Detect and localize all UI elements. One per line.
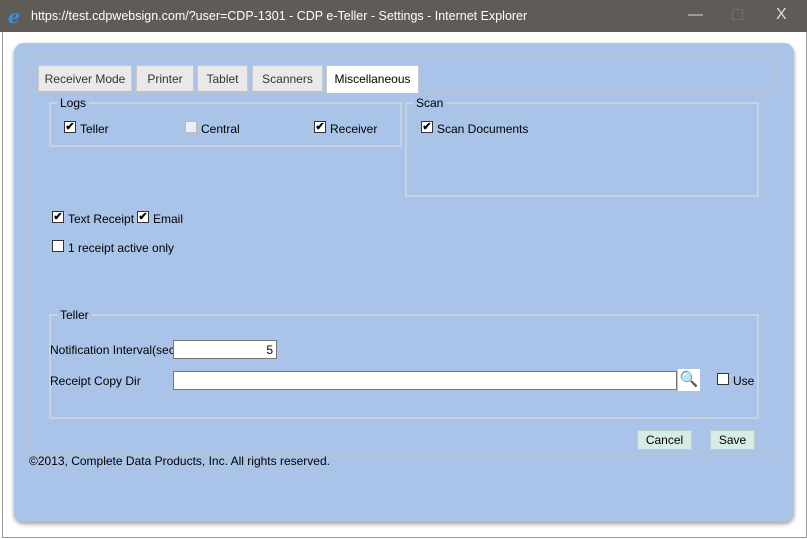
receipt-copy-dir-input[interactable] <box>173 371 677 390</box>
logs-legend: Logs <box>60 96 87 110</box>
central-log-checkbox[interactable] <box>185 121 197 133</box>
scan-documents-label: Scan Documents <box>437 122 529 136</box>
tab-tablet[interactable]: Tablet <box>197 65 248 91</box>
scan-group: Scan <box>405 96 759 197</box>
teller-group: Teller <box>49 308 759 419</box>
cancel-button[interactable]: Cancel <box>637 430 692 450</box>
close-button[interactable]: X <box>776 6 787 24</box>
scan-documents-checkbox[interactable]: ✔ <box>421 121 433 133</box>
one-receipt-active-label: 1 receipt active only <box>68 241 175 255</box>
use-checkbox[interactable] <box>717 373 729 385</box>
receiver-log-checkbox[interactable]: ✔ <box>314 121 326 133</box>
copyright-text: ©2013, Complete Data Products, Inc. All … <box>29 454 330 468</box>
maximize-button[interactable]: ☐ <box>731 6 744 24</box>
central-log-label: Central <box>201 122 240 136</box>
text-receipt-checkbox[interactable]: ✔ <box>52 211 64 223</box>
receipt-copy-dir-label: Receipt Copy Dir <box>50 374 141 388</box>
notification-interval-label: Notification Interval(sec) <box>50 343 179 357</box>
window-title: https://test.cdpwebsign.com/?user=CDP-13… <box>31 9 528 23</box>
teller-log-checkbox[interactable]: ✔ <box>64 121 76 133</box>
tab-scanners[interactable]: Scanners <box>252 65 323 91</box>
notification-interval-input[interactable] <box>173 340 277 359</box>
tab-receiver-mode[interactable]: Receiver Mode <box>38 65 132 91</box>
email-checkbox[interactable]: ✔ <box>137 211 149 223</box>
teller-legend: Teller <box>60 308 89 322</box>
email-label: Email <box>153 212 184 226</box>
tab-printer[interactable]: Printer <box>136 65 194 91</box>
tab-miscellaneous[interactable]: Miscellaneous <box>326 65 419 93</box>
internet-explorer-icon: e <box>8 6 21 28</box>
browse-search-icon[interactable]: 🔍 <box>678 369 700 391</box>
title-bar: e https://test.cdpwebsign.com/?user=CDP-… <box>0 0 807 32</box>
teller-log-label: Teller <box>80 122 109 136</box>
save-button[interactable]: Save <box>710 430 755 450</box>
scan-legend: Scan <box>416 96 444 110</box>
text-receipt-label: Text Receipt <box>68 212 135 226</box>
one-receipt-active-checkbox[interactable] <box>52 240 64 252</box>
use-label: Use <box>733 374 755 388</box>
minimize-button[interactable]: — <box>688 6 703 23</box>
receiver-log-label: Receiver <box>330 122 378 136</box>
